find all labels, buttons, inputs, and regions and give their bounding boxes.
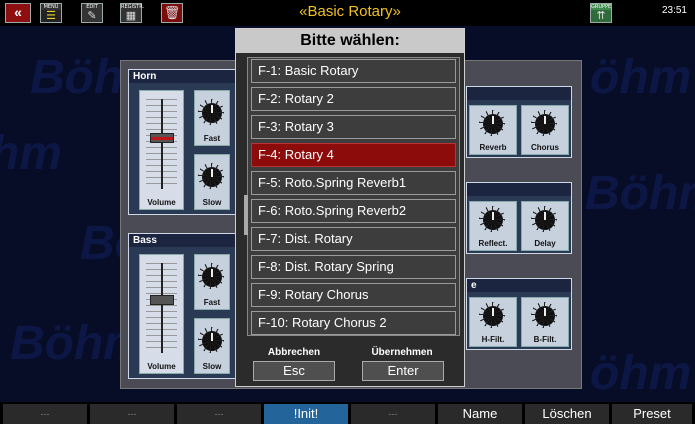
enter-button[interactable]: Enter bbox=[362, 361, 444, 381]
list-item-selected[interactable]: F-4: Rotary 4 bbox=[251, 143, 456, 167]
double-chevron-left-icon: « bbox=[14, 4, 22, 20]
horn-fast-knob[interactable]: Fast bbox=[194, 90, 230, 146]
slider-track bbox=[160, 263, 163, 353]
horn-slow-knob[interactable]: Slow bbox=[194, 154, 230, 210]
list-item[interactable]: F-9: Rotary Chorus bbox=[251, 283, 456, 307]
effects-group-3-title: e bbox=[467, 279, 571, 292]
name-softkey[interactable]: Name bbox=[438, 404, 522, 424]
knob-icon bbox=[531, 110, 557, 136]
effects-group-2: Reflect. Delay bbox=[466, 182, 572, 254]
b-filter-label: B-Filt. bbox=[533, 335, 557, 344]
menu-button[interactable]: MENÜ ☰ bbox=[40, 3, 62, 23]
effects-group-1: Reverb Chorus bbox=[466, 86, 572, 158]
list-item[interactable]: F-3: Rotary 3 bbox=[251, 115, 456, 139]
list-item[interactable]: F-8: Dist. Rotary Spring bbox=[251, 255, 456, 279]
watermark-logo: Böhm bbox=[585, 167, 695, 220]
reverb-label: Reverb bbox=[479, 143, 507, 152]
h-filter-knob[interactable]: H-Filt. bbox=[469, 297, 517, 347]
knob-icon bbox=[479, 206, 505, 232]
knob-icon bbox=[531, 206, 557, 232]
init-softkey[interactable]: !Init! bbox=[264, 404, 348, 424]
registration-button[interactable]: REGISTR. ▦ bbox=[120, 3, 144, 23]
bass-volume-slider[interactable]: Volume bbox=[139, 254, 184, 374]
list-item[interactable]: F-10: Rotary Chorus 2 bbox=[251, 311, 456, 335]
bass-fast-knob[interactable]: Fast bbox=[194, 254, 230, 310]
back-button[interactable]: « bbox=[5, 3, 31, 23]
watermark-logo: öhm bbox=[590, 347, 692, 400]
effects-group-1-title bbox=[467, 87, 571, 100]
effects-group-2-title bbox=[467, 183, 571, 196]
bass-fast-label: Fast bbox=[203, 298, 221, 307]
knob-icon bbox=[479, 110, 505, 136]
page-title: «Basic Rotary» bbox=[299, 3, 401, 20]
list-item[interactable]: F-2: Rotary 2 bbox=[251, 87, 456, 111]
effects-group-3: e H-Filt. B-Filt. bbox=[466, 278, 572, 350]
horn-group-title: Horn bbox=[129, 70, 237, 83]
bass-group: Bass Volume Fast Slow bbox=[128, 233, 238, 379]
trash-button[interactable]: 🗑 bbox=[161, 3, 183, 23]
bass-volume-label: Volume bbox=[147, 362, 176, 371]
group-button[interactable]: GRUPPE ⇈ bbox=[590, 3, 612, 23]
up-arrows-icon: ⇈ bbox=[596, 10, 606, 22]
softkey-3[interactable]: --- bbox=[177, 404, 261, 424]
softkey-5[interactable]: --- bbox=[351, 404, 435, 424]
horn-group: Horn Volume Fast Slow bbox=[128, 69, 238, 215]
h-filter-label: H-Filt. bbox=[481, 335, 505, 344]
knob-icon bbox=[531, 302, 557, 328]
edit-button[interactable]: EDIT ✎ bbox=[81, 3, 103, 23]
chorus-label: Chorus bbox=[531, 143, 559, 152]
softkey-1[interactable]: --- bbox=[3, 404, 87, 424]
reflect-knob[interactable]: Reflect. bbox=[469, 201, 517, 251]
clock: 23:51 bbox=[661, 5, 687, 16]
knob-icon bbox=[198, 99, 224, 125]
knob-icon bbox=[479, 302, 505, 328]
knob-icon bbox=[198, 163, 224, 189]
list-item[interactable]: F-7: Dist. Rotary bbox=[251, 227, 456, 251]
watermark-logo: hm bbox=[0, 127, 62, 180]
softkey-2[interactable]: --- bbox=[90, 404, 174, 424]
horn-volume-slider[interactable]: Volume bbox=[139, 90, 184, 210]
dialog-heading: Bitte wählen: bbox=[236, 29, 464, 53]
chorus-knob[interactable]: Chorus bbox=[521, 105, 569, 155]
b-filter-knob[interactable]: B-Filt. bbox=[521, 297, 569, 347]
list-item[interactable]: F-6: Roto.Spring Reverb2 bbox=[251, 199, 456, 223]
knob-icon bbox=[198, 327, 224, 353]
horn-volume-label: Volume bbox=[147, 198, 176, 207]
horn-fast-label: Fast bbox=[203, 134, 221, 143]
preset-list[interactable]: F-1: Basic Rotary F-2: Rotary 2 F-3: Rot… bbox=[247, 57, 460, 336]
accept-label: Übernehmen bbox=[371, 347, 433, 358]
list-item[interactable]: F-5: Roto.Spring Reverb1 bbox=[251, 171, 456, 195]
bass-slow-label: Slow bbox=[202, 362, 222, 371]
wrench-icon: ✎ bbox=[87, 10, 97, 22]
list-item[interactable]: F-1: Basic Rotary bbox=[251, 59, 456, 83]
preset-softkey[interactable]: Preset bbox=[612, 404, 692, 424]
select-dialog: Bitte wählen: F-1: Basic Rotary F-2: Rot… bbox=[235, 28, 465, 387]
bass-volume-fader[interactable] bbox=[149, 295, 174, 305]
reverb-knob[interactable]: Reverb bbox=[469, 105, 517, 155]
menu-icon: ☰ bbox=[46, 10, 56, 22]
knob-icon bbox=[198, 263, 224, 289]
horn-slow-label: Slow bbox=[202, 198, 222, 207]
delay-label: Delay bbox=[534, 239, 556, 248]
delete-softkey[interactable]: Löschen bbox=[525, 404, 609, 424]
top-bar: « MENÜ ☰ EDIT ✎ REGISTR. ▦ 🗑 «Basic Rota… bbox=[0, 0, 695, 26]
slider-track bbox=[160, 99, 163, 189]
bass-group-title: Bass bbox=[129, 234, 237, 247]
delay-knob[interactable]: Delay bbox=[521, 201, 569, 251]
bass-slow-knob[interactable]: Slow bbox=[194, 318, 230, 374]
cancel-label: Abbrechen bbox=[267, 347, 321, 358]
watermark-logo: öhm bbox=[590, 51, 692, 104]
horn-volume-fader[interactable] bbox=[149, 133, 174, 143]
esc-button[interactable]: Esc bbox=[253, 361, 335, 381]
reflect-label: Reflect. bbox=[478, 239, 508, 248]
trash-icon: 🗑 bbox=[163, 5, 181, 20]
softkey-bar: --- --- --- !Init! --- Name Löschen Pres… bbox=[0, 402, 695, 424]
grid-icon: ▦ bbox=[125, 10, 137, 22]
list-scrollbar[interactable] bbox=[244, 195, 248, 235]
